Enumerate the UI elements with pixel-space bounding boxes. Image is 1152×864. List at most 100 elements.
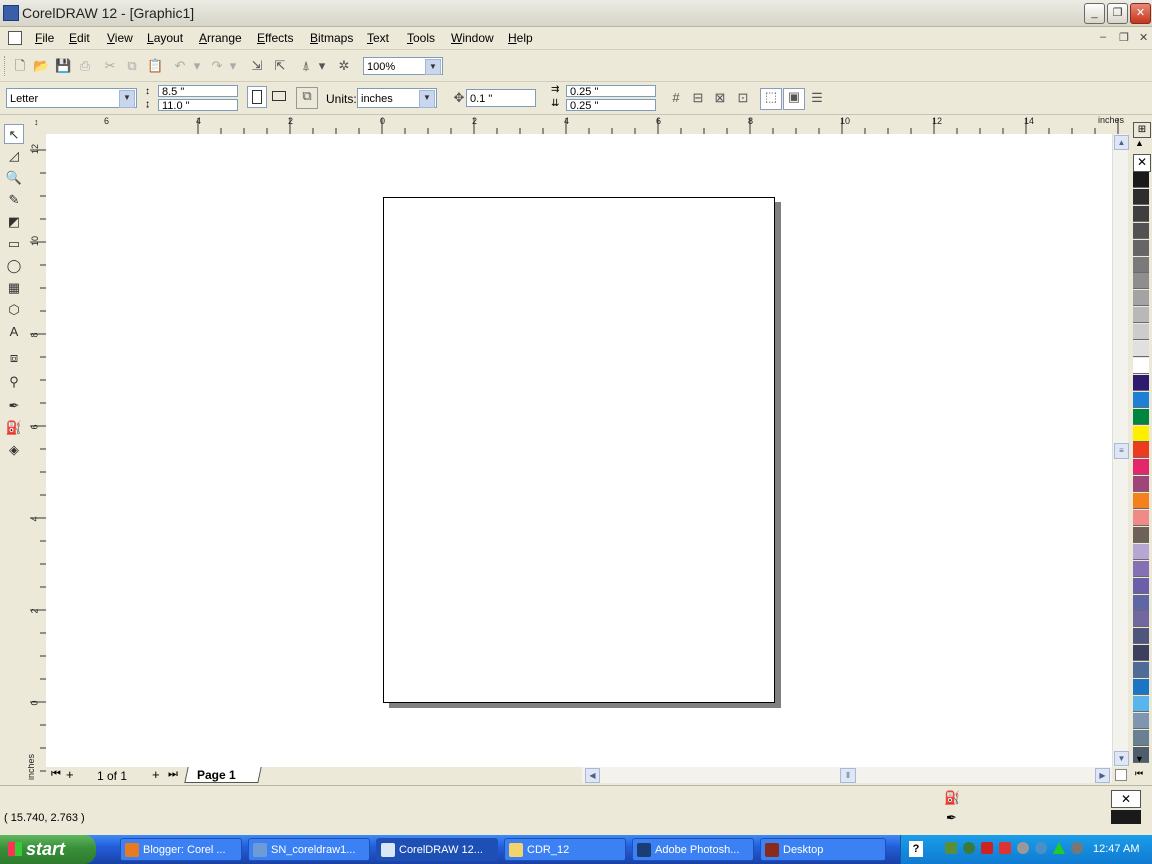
- minimize-button[interactable]: _: [1084, 3, 1105, 24]
- tray-app-icon[interactable]: [1053, 842, 1065, 854]
- units-select[interactable]: inches ▼: [357, 88, 437, 108]
- no-fill-swatch[interactable]: ✕: [1133, 154, 1151, 172]
- outline-tool-icon[interactable]: ✒: [4, 396, 24, 416]
- zoom-tool-icon[interactable]: 🔍: [4, 168, 24, 188]
- tray-app-icon[interactable]: [1017, 842, 1029, 854]
- color-swatch[interactable]: [1133, 408, 1149, 425]
- print-icon[interactable]: ⎙: [77, 58, 93, 74]
- task-desktop[interactable]: Desktop: [760, 838, 886, 861]
- horizontal-scroll-thumb[interactable]: ⦀: [840, 768, 856, 783]
- copy-icon[interactable]: ⧉: [124, 58, 140, 74]
- menu-edit[interactable]: Edit: [69, 31, 90, 45]
- color-swatch[interactable]: [1133, 577, 1149, 594]
- color-swatch[interactable]: [1133, 425, 1149, 442]
- menu-file[interactable]: File: [35, 31, 54, 45]
- rectangle-tool-icon[interactable]: ▭: [4, 234, 24, 254]
- scroll-down-button[interactable]: ▼: [1114, 751, 1129, 766]
- color-swatch[interactable]: [1133, 188, 1149, 205]
- palette-scroll-down-icon[interactable]: ▼: [1135, 754, 1144, 764]
- color-swatch[interactable]: [1133, 645, 1149, 662]
- task-cdr12[interactable]: CDR_12: [504, 838, 626, 861]
- horizontal-scrollbar[interactable]: ◀ ⦀ ▶: [582, 767, 1112, 783]
- landscape-button[interactable]: [269, 86, 289, 108]
- color-swatch[interactable]: [1133, 476, 1149, 493]
- eyedropper-tool-icon[interactable]: ⚲: [4, 372, 24, 392]
- zoom-select[interactable]: 100% ▼: [363, 57, 443, 75]
- volume-icon[interactable]: [1071, 842, 1083, 854]
- fill-color-swatch[interactable]: ✕: [1111, 790, 1141, 808]
- chevron-down-icon[interactable]: ▼: [425, 59, 441, 75]
- task-coreldraw[interactable]: CorelDRAW 12...: [376, 838, 498, 861]
- launcher-dropdown-icon[interactable]: ▾: [318, 58, 326, 74]
- draw-behind-icon[interactable]: ▣: [783, 88, 805, 110]
- color-swatch[interactable]: [1133, 459, 1149, 476]
- start-button[interactable]: start: [0, 835, 96, 864]
- palette-options-icon[interactable]: ⊞: [1133, 122, 1151, 138]
- options-icon[interactable]: ☰: [809, 90, 825, 106]
- tray-app-icon[interactable]: [945, 842, 957, 854]
- color-swatch[interactable]: [1133, 679, 1149, 695]
- close-button[interactable]: ✕: [1130, 3, 1151, 24]
- color-swatch[interactable]: [1133, 172, 1149, 188]
- color-swatch[interactable]: [1133, 442, 1149, 459]
- drawing-canvas[interactable]: [46, 134, 1112, 767]
- interactive-fill-tool-icon[interactable]: ◈: [4, 440, 24, 460]
- basic-shapes-tool-icon[interactable]: ⬡: [4, 300, 24, 320]
- chevron-down-icon[interactable]: ▼: [419, 90, 435, 108]
- app-icon[interactable]: [3, 5, 19, 21]
- freehand-tool-icon[interactable]: ✎: [4, 190, 24, 210]
- color-swatch[interactable]: [1133, 273, 1149, 290]
- color-swatch[interactable]: [1133, 695, 1149, 712]
- color-swatch[interactable]: [1133, 357, 1149, 374]
- shape-tool-icon[interactable]: ◿: [4, 146, 24, 166]
- duplicate-y-field[interactable]: 0.25 ": [566, 99, 656, 112]
- menu-effects[interactable]: Effects: [257, 31, 293, 45]
- color-swatch[interactable]: [1133, 594, 1149, 611]
- outline-indicator-icon[interactable]: ✒: [946, 810, 957, 826]
- color-swatch[interactable]: [1133, 307, 1149, 324]
- vertical-ruler[interactable]: 12 10 8 6 4 2 0 inches: [28, 134, 47, 784]
- nudge-offset-field[interactable]: 0.1 ": [466, 89, 536, 107]
- scroll-up-button[interactable]: ▲: [1114, 135, 1129, 150]
- doc-minimize-button[interactable]: –: [1100, 31, 1106, 43]
- color-swatch[interactable]: [1133, 341, 1149, 357]
- security-icon[interactable]: [981, 842, 993, 854]
- vertical-scroll-thumb[interactable]: ≡: [1114, 443, 1129, 459]
- color-swatch[interactable]: [1133, 628, 1149, 645]
- treat-as-filled-icon[interactable]: ⬚: [760, 88, 782, 110]
- menu-text[interactable]: Text: [367, 31, 389, 45]
- color-swatch[interactable]: [1133, 222, 1149, 239]
- menu-help[interactable]: Help: [508, 31, 533, 45]
- text-tool-icon[interactable]: A: [4, 322, 24, 342]
- snap-to-grid-icon[interactable]: #: [668, 90, 684, 106]
- scroll-right-button[interactable]: ▶: [1095, 768, 1110, 783]
- alert-icon[interactable]: [999, 842, 1011, 854]
- color-swatch[interactable]: [1133, 290, 1149, 307]
- fill-tool-icon[interactable]: ⛽: [4, 418, 24, 438]
- color-swatch[interactable]: [1133, 493, 1149, 510]
- menu-bitmaps[interactable]: Bitmaps: [310, 31, 353, 45]
- color-swatch[interactable]: [1133, 560, 1149, 577]
- cut-icon[interactable]: ✂: [102, 58, 118, 74]
- page-layout-icon[interactable]: ⧉: [296, 87, 318, 109]
- save-icon[interactable]: 💾: [55, 58, 71, 74]
- paper-type-select[interactable]: Letter ▼: [6, 88, 137, 108]
- last-page-icon[interactable]: ⏭: [168, 768, 178, 781]
- menu-arrange[interactable]: Arrange: [199, 31, 242, 45]
- undo-icon[interactable]: ↶: [172, 58, 188, 74]
- menu-tools[interactable]: Tools: [407, 31, 435, 45]
- tray-app-icon[interactable]: [1035, 842, 1047, 854]
- palette-scroll-up-icon[interactable]: ▲: [1135, 138, 1144, 148]
- help-icon[interactable]: ?: [909, 841, 923, 857]
- menu-view[interactable]: View: [107, 31, 133, 45]
- dynamic-guides-icon[interactable]: ⊡: [735, 90, 751, 106]
- color-swatch[interactable]: [1133, 374, 1149, 391]
- add-page-after-icon[interactable]: +: [152, 767, 160, 782]
- color-swatch[interactable]: [1133, 324, 1149, 341]
- color-swatch[interactable]: [1133, 611, 1149, 628]
- paste-icon[interactable]: 📋: [147, 58, 163, 74]
- corner-navigator-icon[interactable]: [1115, 769, 1127, 781]
- snap-to-objects-icon[interactable]: ⊠: [712, 90, 728, 106]
- new-icon[interactable]: 🗋: [12, 58, 28, 74]
- add-page-before-icon[interactable]: +: [66, 767, 74, 782]
